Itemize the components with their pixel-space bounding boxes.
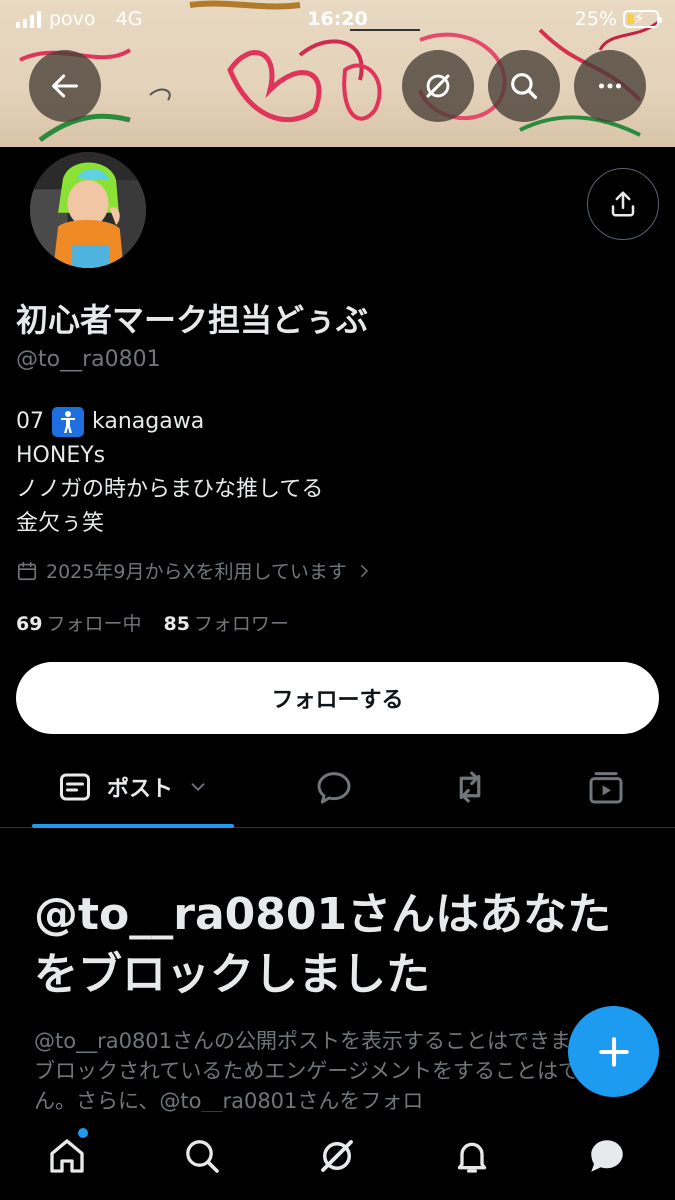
grok-icon [426,74,450,98]
avatar[interactable] [26,148,150,272]
tab-reposts[interactable] [420,746,520,828]
nav-search[interactable] [152,1112,252,1200]
profile-tabs: ポスト [0,746,675,828]
grok-button[interactable] [402,50,474,122]
tab-posts[interactable]: ポスト [32,746,234,828]
more-icon [598,83,622,89]
nav-grok[interactable] [287,1112,387,1200]
person-symbol-icon [52,407,84,437]
tab-media[interactable] [556,746,656,828]
arrow-left-icon [52,74,78,98]
clock: 16:20 [307,8,368,30]
nav-notifications[interactable] [422,1112,522,1200]
following-label: フォロー中 [46,613,142,635]
bio-line-4: 金欠ぅ笑 [16,511,105,536]
bio-line-2: HONEYs [16,443,106,468]
bottom-nav [0,1112,675,1200]
grok-icon [321,1140,353,1172]
reply-icon [317,772,351,804]
follow-button[interactable]: フォローする [16,662,659,734]
compose-button[interactable] [568,1006,659,1097]
message-icon [591,1140,623,1172]
tab-posts-label: ポスト [106,777,173,802]
plus-icon [598,1036,629,1067]
share-icon [611,191,635,217]
calendar-icon [17,561,37,580]
joined-date[interactable]: 2025年9月からXを利用しています [16,557,373,584]
following-link[interactable]: 69 フォロー中 [16,609,141,636]
nav-messages[interactable] [557,1112,657,1200]
follow-stats: 69 フォロー中 85 フォロワー [16,609,289,636]
display-name: 初心者マーク担当どぅぶ [16,301,369,339]
blocked-description: @to__ra0801さんの公開ポストを表示することはできますが、ブロックされて… [34,1029,642,1113]
search-button[interactable] [488,50,560,122]
tab-replies[interactable] [284,746,384,828]
home-icon [50,1139,84,1173]
posts-icon [59,773,90,801]
profile-bio: 07 kanagawa HONEYs ノノガの時からまひな推してる 金欠ぅ笑 [16,405,323,541]
battery-icon: ⚡ [623,9,662,28]
joined-label: 2025年9月からXを利用しています [46,561,347,583]
following-count: 69 [16,613,43,635]
chevron-right-icon [360,564,368,577]
status-bar: povo 4G 16:20 25% ⚡ [0,0,675,38]
bio-line-1-prefix: 07 [16,409,44,434]
search-icon [186,1140,219,1173]
repost-icon [459,771,481,803]
nav-home[interactable] [17,1112,117,1200]
share-profile-button[interactable] [587,168,659,240]
chevron-down-icon [191,783,205,792]
followers-link[interactable]: 85 フォロワー [163,609,288,636]
followers-count: 85 [163,613,190,635]
back-button[interactable] [29,50,101,122]
active-tab-indicator [32,824,234,828]
more-button[interactable] [574,50,646,122]
home-notification-dot [78,1128,88,1138]
media-icon [589,772,623,804]
user-handle: @to__ra0801 [16,347,161,372]
bell-icon [457,1142,487,1173]
bio-line-3: ノノガの時からまひな推してる [16,477,324,502]
blocked-title: @to__ra0801さんはあなたをブロックしました [34,889,612,1000]
battery-percent: 25% [574,8,617,30]
bio-line-1-suffix: kanagawa [92,409,205,434]
followers-label: フォロワー [193,613,289,635]
search-icon [511,73,538,100]
